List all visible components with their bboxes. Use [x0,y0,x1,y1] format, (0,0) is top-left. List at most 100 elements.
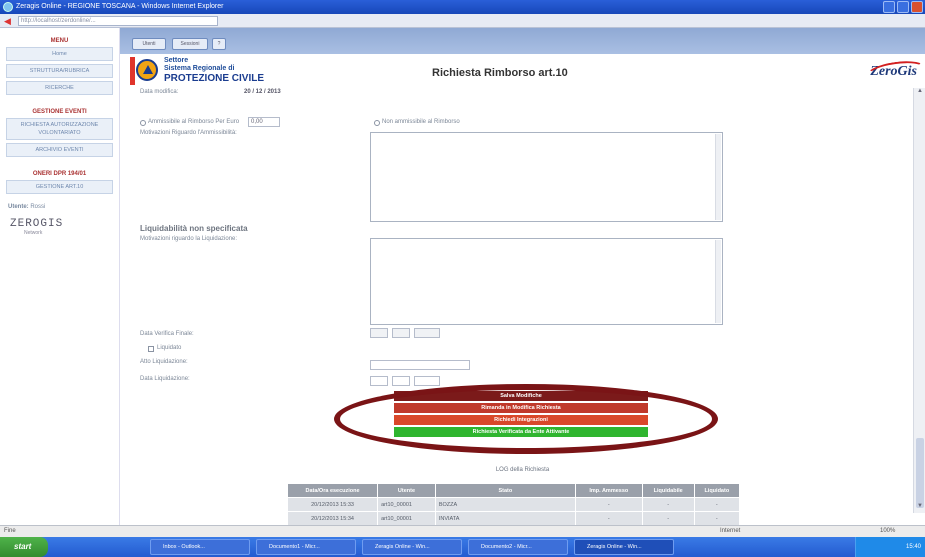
taskbar-item[interactable]: Documento2 - Micr... [468,539,568,555]
zerogis-logo-text: ZEROGIS [10,218,64,230]
menu-item-richiesta[interactable]: RICHIESTA AUTORIZZAZIONE VOLONTARIATO [6,118,113,140]
scroll-thumb[interactable] [916,438,924,508]
data-verifica-month[interactable] [392,328,410,338]
menu-item-ricerche[interactable]: RICERCHE [6,81,113,95]
liquidabilita-title: Liquidabilità non specificata [140,224,248,233]
log-cell: - [641,511,695,526]
log-col-header: Liquidato [693,483,741,498]
atto-liquidazione-input[interactable] [370,360,470,370]
menu-item-struttura[interactable]: STRUTTURA/RUBRICA [6,64,113,78]
taskbar-item[interactable]: Zeragis Online - Win... [362,539,462,555]
ammissibile-euro-input[interactable]: 0,00 [248,117,280,127]
log-cell: - [641,497,695,512]
salva-modifiche-button[interactable]: Salva Modifiche [394,391,648,401]
tab-help[interactable]: ? [212,38,226,50]
motivazioni-amm-label: Motivazioni Riguardo l'Ammissibilità: [140,130,237,136]
user-label: Utente: [8,204,29,210]
log-cell: art10_00001 [377,511,436,526]
log-cell: BOZZA [434,497,576,512]
data-liquidazione-day[interactable] [370,376,388,386]
log-col-header: Stato [434,483,576,498]
ammissibile-label: Ammissibile al Rimborso Per Euro [148,119,240,125]
protezione-civile-emblem-icon [136,59,158,81]
menu-heading: MENU [50,38,69,44]
zerogis-logo-small: ZEROGIS Network [10,218,109,236]
tab-bar: Utenti Sessioni ? [120,28,925,54]
left-menu: MENU Home STRUTTURA/RUBRICA RICERCHE GES… [0,28,120,525]
browser-icon [3,2,13,12]
log-cell: - [693,497,741,512]
menu-heading-eventi: GESTIONE EVENTI [32,109,87,115]
richiesta-verificata-button[interactable]: Richiesta Verificata da Ente Attivante [394,427,648,437]
log-cell: 20/12/2013 15:34 [286,511,379,526]
table-row: 20/12/2013 15:34 art10_00001 INVIATA - -… [286,511,741,526]
scroll-down-icon[interactable]: ▼ [915,503,925,513]
motivazioni-amm-textarea[interactable] [370,132,723,222]
status-zoom[interactable]: 100% [880,526,895,537]
vertical-scrollbar[interactable]: ▲ ▼ [913,88,925,513]
log-col-header: Liquidabile [641,483,695,498]
richiedi-integrazioni-button[interactable]: Richiedi Integrazioni [394,415,648,425]
page-title: Richiesta Rimborso art.10 [432,67,568,79]
menu-heading-oneri: ONERI DPR 194/01 [32,171,87,177]
log-col-header: Imp. Ammesso [574,483,643,498]
zerogis-logo-sub: Network [24,230,43,236]
header-protezione: PROTEZIONE CIVILE [164,73,265,84]
back-icon[interactable]: ◀ [4,16,14,26]
tab-sessioni[interactable]: Sessioni [172,38,208,50]
address-bar: ◀ http://localhost/zerdonline/... [0,14,925,28]
status-text: Fine [4,528,16,534]
data-verifica-year[interactable] [414,328,440,338]
log-table: Data/Ora esecuzione Utente Stato Imp. Am… [286,483,741,526]
log-cell: INVIATA [434,511,576,526]
taskbar-item[interactable]: Inbox - Outlook... [150,539,250,555]
log-header-row: Data/Ora esecuzione Utente Stato Imp. Am… [286,483,741,498]
data-liquidazione-month[interactable] [392,376,410,386]
header-settore: Settore Sistema Regionale di [164,57,235,72]
system-tray: 15:40 [855,537,925,557]
close-button[interactable] [911,1,923,13]
log-cell: - [693,511,741,526]
scroll-up-icon[interactable]: ▲ [915,88,925,98]
taskbar-item[interactable]: Documento1 - Micr... [256,539,356,555]
liquidato-checkbox[interactable] [148,346,154,352]
menu-item-home[interactable]: Home [6,47,113,61]
ammissibile-radio[interactable] [140,120,146,126]
data-liquidazione-year[interactable] [414,376,440,386]
log-cell: 20/12/2013 15:33 [286,497,379,512]
menu-item-archivio[interactable]: ARCHIVIO EVENTI [6,143,113,157]
taskbar-item[interactable]: Zeragis Online - Win... [574,539,674,555]
data-verifica-day[interactable] [370,328,388,338]
user-info: Utente: Rossi [8,204,111,210]
log-col-header: Utente [377,483,436,498]
non-ammissibile-label: Non ammissibile al Rimborso [382,119,460,125]
atto-liquidazione-label: Atto Liquidazione: [140,359,188,365]
zerogis-brand-logo: ZeroGis [865,57,925,87]
data-modifica-label: Data modifica: [140,89,179,95]
region-flag-icon [130,57,135,85]
liquidato-label: Liquidato [157,345,182,351]
motivazioni-liq-textarea[interactable] [370,238,723,325]
status-bar: Fine Internet 100% [0,525,925,537]
maximize-button[interactable] [897,1,909,13]
table-row: 20/12/2013 15:33 art10_00001 BOZZA - - - [286,497,741,512]
header-sistema: Sistema Regionale di [164,65,235,72]
status-zone: Internet [720,528,741,534]
rimanda-modifica-button[interactable]: Rimanda in Modifica Richiesta [394,403,648,413]
non-ammissibile-radio[interactable] [374,120,380,126]
page-header: Settore Sistema Regionale di PROTEZIONE … [120,54,925,88]
main-content: Utenti Sessioni ? Settore Sistema Region… [120,28,925,526]
start-button[interactable]: start [0,537,48,557]
window-titlebar: Zeragis Online - REGIONE TOSCANA - Windo… [0,0,925,14]
data-verifica-label: Data Verifica Finale: [140,331,194,337]
log-cell: - [574,511,643,526]
minimize-button[interactable] [883,1,895,13]
log-title: LOG della Richiesta [495,467,550,473]
clock: 15:40 [905,544,921,550]
menu-item-gestione[interactable]: GESTIONE ART.10 [6,180,113,194]
data-modifica-value: 20 / 12 / 2013 [244,89,281,95]
taskbar: start Inbox - Outlook... Documento1 - Mi… [0,537,925,557]
tab-utenti[interactable]: Utenti [132,38,166,50]
log-col-header: Data/Ora esecuzione [286,483,379,498]
address-input[interactable]: http://localhost/zerdonline/... [18,16,218,26]
